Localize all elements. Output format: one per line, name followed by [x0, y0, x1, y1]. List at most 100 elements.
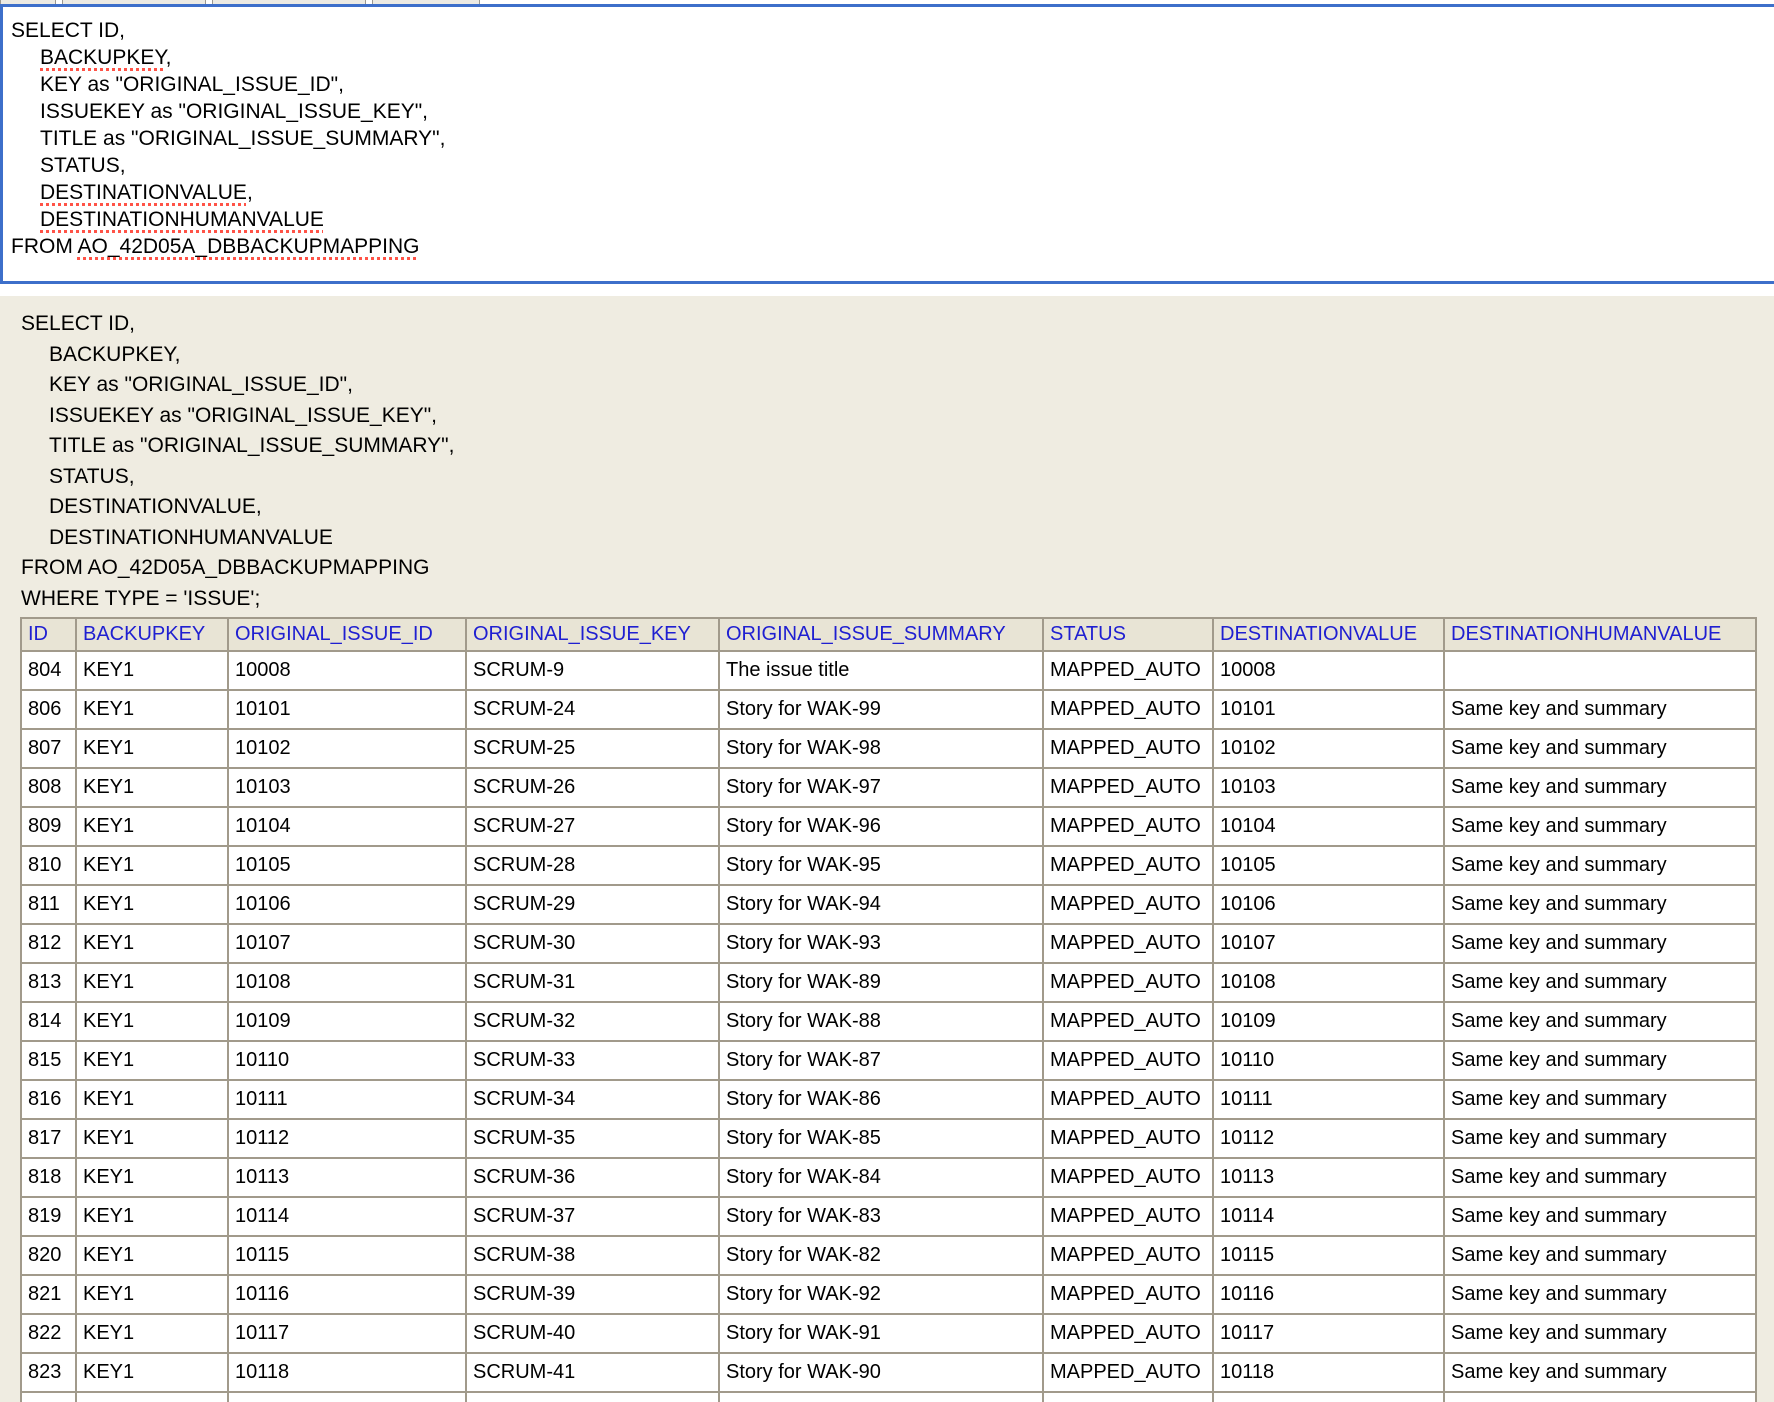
table-row: 823KEY110118SCRUM-41Story for WAK-90MAPP… [21, 1353, 1756, 1392]
query-echo-line: WHERE TYPE = 'ISSUE'; [21, 584, 1774, 615]
table-cell: MAPPED_AUTO [1043, 1119, 1213, 1158]
table-cell: Same key and summary [1444, 1353, 1756, 1392]
editor-line: SELECT ID, [11, 17, 1774, 44]
table-cell: 10116 [1213, 1275, 1444, 1314]
table-cell: 10110 [228, 1041, 466, 1080]
table-cell: 10107 [228, 924, 466, 963]
table-cell: Story for WAK-93 [719, 924, 1043, 963]
results-table-header: IDBACKUPKEYORIGINAL_ISSUE_IDORIGINAL_ISS… [21, 618, 1756, 651]
table-cell: SCRUM-31 [466, 963, 719, 1002]
table-cell: 10114 [1213, 1197, 1444, 1236]
table-cell: Story for WAK-91 [719, 1314, 1043, 1353]
table-cell: Story for WAK-92 [719, 1275, 1043, 1314]
table-cell: KEY1 [76, 1080, 228, 1119]
table-cell: 10113 [228, 1158, 466, 1197]
table-cell: 811 [21, 885, 76, 924]
sql-text: TITLE as "ORIGINAL_ISSUE_SUMMARY", [40, 127, 445, 150]
table-cell: 10117 [228, 1314, 466, 1353]
table-cell: Same key and summary [1444, 1080, 1756, 1119]
sql-text: SELECT ID, [11, 19, 125, 42]
table-cell: 10117 [1213, 1314, 1444, 1353]
query-echo-line: BACKUPKEY, [21, 340, 1774, 371]
column-header-original_issue_id: ORIGINAL_ISSUE_ID [228, 618, 466, 651]
editor-line: FROM AO_42D05A_DBBACKUPMAPPING [11, 233, 1774, 260]
table-cell: Story for WAK-97 [719, 768, 1043, 807]
query-echo-line: STATUS, [21, 462, 1774, 493]
table-cell: SCRUM-24 [466, 690, 719, 729]
table-row: 810KEY110105SCRUM-28Story for WAK-95MAPP… [21, 846, 1756, 885]
table-cell: KEY1 [76, 1002, 228, 1041]
table-cell: 10111 [228, 1080, 466, 1119]
column-header-backupkey: BACKUPKEY [76, 618, 228, 651]
table-cell: 10119 [228, 1392, 466, 1402]
table-cell: SCRUM-42 [466, 1392, 719, 1402]
misspelled-word: AO_42D05A_DBBACKUPMAPPING [78, 235, 420, 258]
table-cell: 806 [21, 690, 76, 729]
table-cell: Same key and summary [1444, 885, 1756, 924]
table-cell: 808 [21, 768, 76, 807]
table-row: 820KEY110115SCRUM-38Story for WAK-82MAPP… [21, 1236, 1756, 1275]
results-table-body: 804KEY110008SCRUM-9The issue titleMAPPED… [21, 651, 1756, 1402]
sql-editor[interactable]: SELECT ID, BACKUPKEY, KEY as "ORIGINAL_ISS… [0, 4, 1774, 284]
table-cell: SCRUM-41 [466, 1353, 719, 1392]
table-cell: 10101 [1213, 690, 1444, 729]
table-row: 807KEY110102SCRUM-25Story for WAK-98MAPP… [21, 729, 1756, 768]
table-row: 816KEY110111SCRUM-34Story for WAK-86MAPP… [21, 1080, 1756, 1119]
table-cell: MAPPED_AUTO [1043, 1275, 1213, 1314]
table-cell: KEY1 [76, 1353, 228, 1392]
table-cell: Story for WAK-83 [719, 1197, 1043, 1236]
table-cell: 10108 [228, 963, 466, 1002]
table-row: 814KEY110109SCRUM-32Story for WAK-88MAPP… [21, 1002, 1756, 1041]
misspelled-word: BACKUPKEY [40, 46, 166, 69]
query-echo-line: TITLE as "ORIGINAL_ISSUE_SUMMARY", [21, 431, 1774, 462]
table-row: 804KEY110008SCRUM-9The issue titleMAPPED… [21, 651, 1756, 690]
table-cell: SCRUM-9 [466, 651, 719, 690]
results-panel: SELECT ID,BACKUPKEY,KEY as "ORIGINAL_ISS… [0, 296, 1774, 1402]
table-cell: 824 [21, 1392, 76, 1402]
table-cell: 10116 [228, 1275, 466, 1314]
query-echo-line: SELECT ID, [21, 309, 1774, 340]
table-cell: MAPPED_AUTO [1043, 1002, 1213, 1041]
table-cell: Same key and summary [1444, 1002, 1756, 1041]
table-cell: KEY1 [76, 1236, 228, 1275]
table-cell: MAPPED_AUTO [1043, 1236, 1213, 1275]
table-cell: Same key and summary [1444, 1041, 1756, 1080]
table-cell: 816 [21, 1080, 76, 1119]
table-cell: Same key and summary [1444, 1158, 1756, 1197]
table-cell: MAPPED_AUTO [1043, 1314, 1213, 1353]
table-cell: KEY1 [76, 1041, 228, 1080]
table-cell: 10103 [1213, 768, 1444, 807]
table-cell: MAPPED_AUTO [1043, 1392, 1213, 1402]
table-cell: 814 [21, 1002, 76, 1041]
table-cell: MAPPED_AUTO [1043, 1353, 1213, 1392]
table-cell: 10111 [1213, 1080, 1444, 1119]
table-row: 809KEY110104SCRUM-27Story for WAK-96MAPP… [21, 807, 1756, 846]
table-cell: Same key and summary [1444, 807, 1756, 846]
table-cell: 10119 [1213, 1392, 1444, 1402]
table-cell: SCRUM-34 [466, 1080, 719, 1119]
table-cell: 815 [21, 1041, 76, 1080]
sql-text: , [247, 181, 253, 204]
editor-line: KEY as "ORIGINAL_ISSUE_ID", [11, 71, 1774, 98]
table-cell: SCRUM-26 [466, 768, 719, 807]
table-cell: 821 [21, 1275, 76, 1314]
table-cell: SCRUM-33 [466, 1041, 719, 1080]
table-cell: 810 [21, 846, 76, 885]
table-cell: Story for WAK-82 [719, 1236, 1043, 1275]
table-row: 815KEY110110SCRUM-33Story for WAK-87MAPP… [21, 1041, 1756, 1080]
misspelled-word: DESTINATIONHUMANVALUE [40, 208, 324, 231]
table-cell: Same key and summary [1444, 1236, 1756, 1275]
table-row: 813KEY110108SCRUM-31Story for WAK-89MAPP… [21, 963, 1756, 1002]
table-cell: 822 [21, 1314, 76, 1353]
table-row: 818KEY110113SCRUM-36Story for WAK-84MAPP… [21, 1158, 1756, 1197]
table-cell: Same key and summary [1444, 1314, 1756, 1353]
table-cell: 10102 [228, 729, 466, 768]
table-cell: 10118 [228, 1353, 466, 1392]
table-cell: MAPPED_AUTO [1043, 1197, 1213, 1236]
table-cell: Story for WAK-86 [719, 1080, 1043, 1119]
table-cell: 10108 [1213, 963, 1444, 1002]
table-cell: Same key and summary [1444, 1197, 1756, 1236]
table-cell: 10103 [228, 768, 466, 807]
table-cell: 10109 [228, 1002, 466, 1041]
table-cell: MAPPED_AUTO [1043, 924, 1213, 963]
